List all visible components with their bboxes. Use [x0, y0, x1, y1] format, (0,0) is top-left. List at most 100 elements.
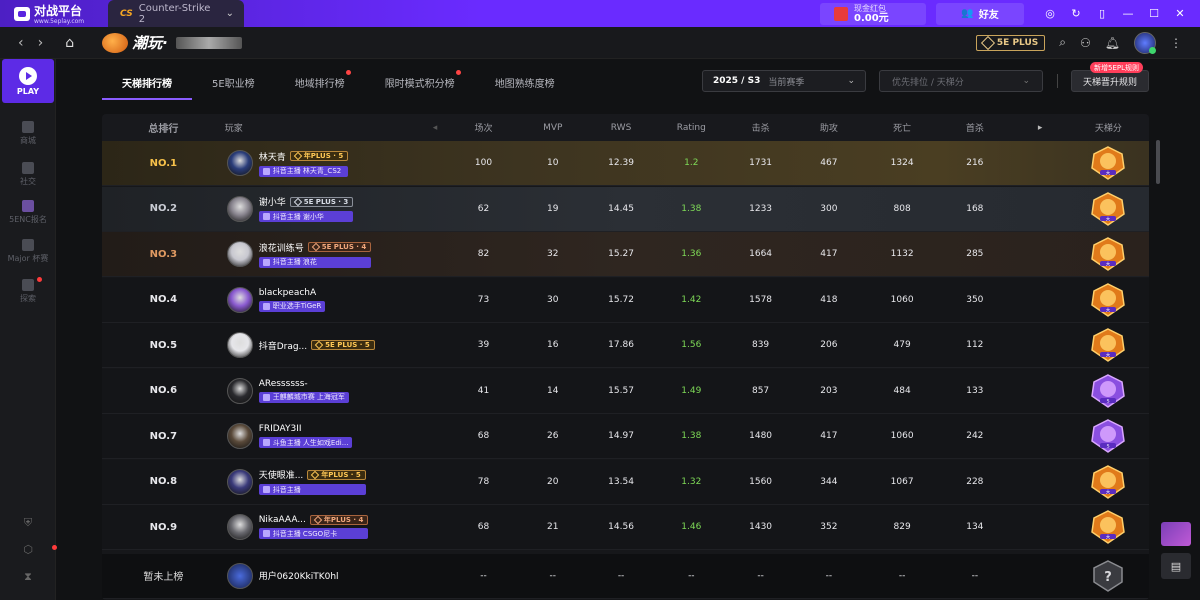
record-icon[interactable]: ◎	[1044, 7, 1056, 20]
player-avatar[interactable]	[226, 286, 253, 313]
player-avatar[interactable]	[226, 377, 253, 404]
player-avatar[interactable]	[226, 514, 253, 540]
ladder-score-cell[interactable]: S	[1068, 419, 1149, 453]
forward-arrow-icon[interactable]: ›	[38, 35, 44, 51]
maximize-icon[interactable]: ☐	[1148, 7, 1160, 20]
tab-ladder-ranking[interactable]: 天梯排行榜	[102, 64, 192, 100]
header-deaths[interactable]: 死亡	[867, 121, 937, 134]
player-cell[interactable]: 林天青 年PLUS · 5 抖音主播 林天青_CS2	[225, 150, 419, 177]
table-row[interactable]: NO.4 blackpeachA 职业选手TiGeR 73 30 15.72 1.42 157…	[102, 277, 1149, 323]
player-cell[interactable]: 谢小华 5E PLUS · 3 抖音主播 谢小华	[225, 195, 419, 222]
player-cell[interactable]: NikaAAA... 年PLUS · 4 抖音主播 CSGO尼卡	[225, 514, 419, 540]
ladder-rules-button[interactable]: 天梯晋升规则	[1071, 70, 1149, 92]
header-rws[interactable]: RWS	[590, 123, 652, 133]
player-name[interactable]: FRIDAY3II	[259, 424, 302, 434]
table-row[interactable]: NO.7 FRIDAY3II 斗鱼主播 人生如戏Edi... 68 26 14.97 1.3…	[102, 414, 1149, 459]
table-row[interactable]: NO.3 浪花训练号 5E PLUS · 4 抖音主播 浪花 82 32 15.27 1.36…	[102, 232, 1149, 277]
my-ranking-row[interactable]: 暂未上榜 用户0620KkiTK0hl -- -- -- -- -- -- -- --?	[102, 553, 1149, 599]
ladder-score-cell[interactable]: 大	[1068, 237, 1149, 271]
sidebar-item-shop[interactable]: 商城	[0, 121, 56, 146]
header-games[interactable]: 场次	[451, 121, 515, 134]
scroll-right-icon[interactable]: ▸	[1012, 123, 1067, 133]
user-avatar[interactable]	[1134, 31, 1156, 54]
player-name[interactable]: ARessssss-	[259, 379, 308, 389]
mobile-icon[interactable]: ▯	[1096, 7, 1108, 20]
player-name[interactable]: 用户0620KkiTK0hl	[259, 569, 339, 582]
player-name[interactable]: blackpeachA	[259, 288, 316, 298]
ladder-score-cell[interactable]: 大	[1068, 191, 1149, 226]
home-icon[interactable]: ⌂	[65, 35, 74, 51]
table-row[interactable]: NO.1 林天青 年PLUS · 5 抖音主播 林天青_CS2 100 10 12.39 1.…	[102, 141, 1149, 186]
player-name[interactable]: 谢小华	[259, 195, 286, 208]
table-row[interactable]: NO.6 ARessssss- 王麒麟城市赛 上海冠军 41 14 15.57 1.49 85…	[102, 368, 1149, 414]
player-avatar[interactable]	[226, 332, 253, 358]
ladder-score-cell[interactable]: 大	[1068, 464, 1149, 499]
more-menu-icon[interactable]: ⋮	[1170, 36, 1182, 50]
header-rank[interactable]: 总排行	[102, 120, 225, 135]
back-arrow-icon[interactable]: ‹	[18, 35, 24, 51]
tab-region[interactable]: 地域排行榜	[275, 64, 365, 100]
ladder-score-cell[interactable]: 大	[1068, 146, 1149, 180]
sidebar-item-explore[interactable]: 探索	[0, 277, 56, 304]
player-avatar[interactable]	[226, 241, 253, 267]
tab-limited-mode[interactable]: 限时模式积分榜	[365, 64, 475, 100]
player-avatar[interactable]	[226, 195, 253, 222]
tab-5e-pro[interactable]: 5E职业榜	[192, 64, 275, 100]
player-cell[interactable]: FRIDAY3II 斗鱼主播 人生如戏Edi...	[225, 423, 419, 449]
hourglass-icon[interactable]: ⧗	[0, 570, 56, 584]
player-avatar[interactable]	[226, 562, 253, 589]
player-cell[interactable]: 浪花训练号 5E PLUS · 4 抖音主播 浪花	[225, 241, 419, 268]
player-avatar[interactable]	[226, 423, 253, 449]
app-brand[interactable]: 对战平台 www.5eplay.com	[0, 2, 108, 25]
game-selector-tab[interactable]: CS Counter-Strike 2 ⌄	[108, 0, 244, 27]
friends-button[interactable]: 👥 好友	[936, 2, 1024, 25]
player-name[interactable]: 天使眼准...	[259, 468, 304, 481]
player-name[interactable]: 抖音Drag...	[259, 339, 307, 352]
player-cell[interactable]: 抖音Drag... 5E PLUS · 5	[225, 332, 419, 358]
table-row[interactable]: NO.8 天使眼准... 年PLUS · 5 抖音主播 78 20 13.54 1.32 156…	[102, 459, 1149, 505]
scroll-left-icon[interactable]: ◂	[419, 123, 452, 133]
tab-map-proficiency[interactable]: 地图熟练度榜	[475, 64, 575, 100]
player-name[interactable]: NikaAAA...	[259, 515, 306, 525]
bell-icon[interactable]: 🔔︎	[1105, 36, 1120, 50]
header-assists[interactable]: 助攻	[791, 121, 867, 134]
ladder-score-cell[interactable]: 大	[1068, 282, 1149, 317]
table-row[interactable]: NO.9 NikaAAA... 年PLUS · 4 抖音主播 CSGO尼卡 68 21 14…	[102, 505, 1149, 550]
table-row[interactable]: NO.5 抖音Drag... 5E PLUS · 5 39 16 17.86 1.56 839…	[102, 323, 1149, 368]
header-kills[interactable]: 击杀	[730, 121, 790, 134]
minimize-icon[interactable]: —	[1122, 7, 1134, 20]
ladder-score-cell[interactable]: S	[1068, 373, 1149, 408]
player-avatar[interactable]	[226, 150, 253, 176]
player-cell[interactable]: ARessssss- 王麒麟城市赛 上海冠军	[225, 377, 419, 404]
player-cell[interactable]: 用户0620KkiTK0hl	[225, 562, 419, 589]
close-icon[interactable]: ✕	[1174, 7, 1186, 20]
player-cell[interactable]: blackpeachA 职业选手TiGeR	[225, 286, 419, 313]
chat-icon[interactable]: ▤	[1161, 553, 1191, 579]
player-name[interactable]: 林天青	[259, 150, 286, 163]
season-select[interactable]: 2025 / S3 当前赛季 ⌄	[702, 70, 866, 92]
sidebar-item-5enc[interactable]: 5ENC报名	[0, 200, 56, 225]
cube-icon[interactable]: ⬡	[0, 543, 56, 556]
contacts-icon[interactable]: ⚇	[1080, 36, 1091, 50]
floating-event-icon[interactable]	[1161, 522, 1191, 546]
player-avatar[interactable]	[226, 468, 253, 495]
search-icon[interactable]: ⌕	[1059, 35, 1066, 50]
ladder-score-cell[interactable]: 大	[1068, 328, 1149, 362]
table-row[interactable]: NO.2 谢小华 5E PLUS · 3 抖音主播 谢小华 62 19 14.45 1.38 1…	[102, 186, 1149, 232]
header-rating[interactable]: Rating	[652, 123, 730, 133]
header-ladder-score[interactable]: 天梯分	[1068, 121, 1149, 134]
chaowan-banner[interactable]: 潮玩·	[102, 32, 242, 53]
cash-redpacket-button[interactable]: 现金红包 0.00元	[820, 2, 926, 25]
scrollbar[interactable]	[1156, 140, 1160, 184]
ladder-score-cell[interactable]: ?	[1068, 559, 1149, 593]
player-cell[interactable]: 天使眼准... 年PLUS · 5 抖音主播	[225, 468, 419, 495]
header-mvp[interactable]: MVP	[516, 123, 590, 133]
play-button[interactable]: PLAY	[2, 59, 54, 103]
ladder-score-cell[interactable]: 大	[1068, 510, 1149, 544]
player-name[interactable]: 浪花训练号	[259, 241, 304, 254]
rank-sort-select[interactable]: 优先排位 / 天梯分 ⌄	[879, 70, 1043, 92]
sidebar-item-major[interactable]: Major 杯赛	[0, 239, 56, 264]
shield-icon[interactable]: ⛨	[0, 516, 56, 530]
header-first-kill[interactable]: 首杀	[937, 121, 1012, 134]
sidebar-item-social[interactable]: 社交	[0, 162, 56, 187]
